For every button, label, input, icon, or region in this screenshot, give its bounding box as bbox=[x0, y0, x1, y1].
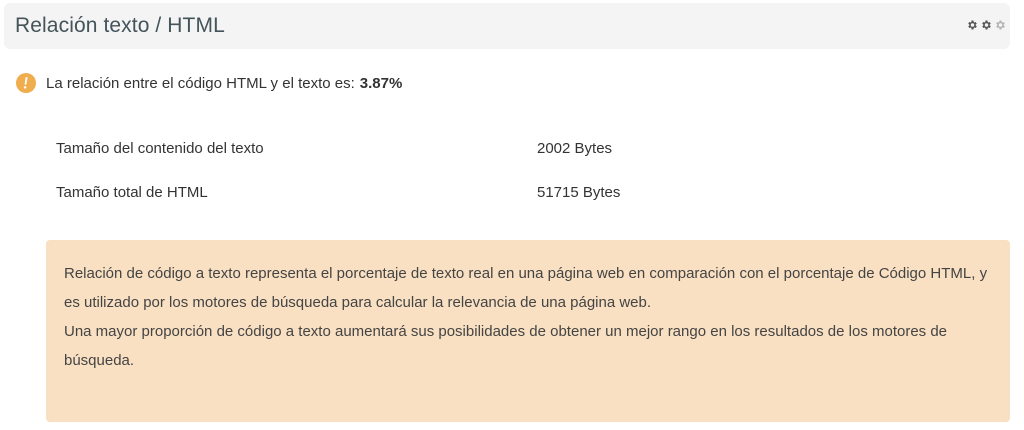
gear-icon[interactable] bbox=[994, 19, 1006, 31]
gear-icon[interactable] bbox=[980, 19, 992, 31]
stat-row-html-size: Tamaño total de HTML 51715 Bytes bbox=[56, 184, 956, 228]
info-paragraph: Relación de código a texto representa el… bbox=[64, 265, 988, 311]
stat-label: Tamaño total de HTML bbox=[56, 184, 208, 201]
size-stats: Tamaño del contenido del texto 2002 Byte… bbox=[56, 140, 956, 228]
stat-row-text-size: Tamaño del contenido del texto 2002 Byte… bbox=[56, 140, 956, 184]
panel-header: Relación texto / HTML bbox=[4, 3, 1010, 49]
ratio-result: La relación entre el código HTML y el te… bbox=[16, 73, 402, 93]
gear-icon[interactable] bbox=[966, 19, 978, 31]
stat-value: 51715 Bytes bbox=[537, 184, 621, 201]
ratio-value: 3.87% bbox=[359, 74, 403, 92]
panel-settings-menu[interactable] bbox=[966, 19, 1006, 31]
info-alert: Relación de código a texto representa el… bbox=[46, 240, 1010, 422]
warning-icon bbox=[16, 73, 36, 93]
stat-label: Tamaño del contenido del texto bbox=[56, 140, 264, 157]
panel-title: Relación texto / HTML bbox=[15, 14, 225, 37]
ratio-text: La relación entre el código HTML y el te… bbox=[46, 74, 355, 92]
stat-value: 2002 Bytes bbox=[537, 140, 613, 157]
info-paragraph: Una mayor proporción de código a texto a… bbox=[64, 323, 948, 369]
